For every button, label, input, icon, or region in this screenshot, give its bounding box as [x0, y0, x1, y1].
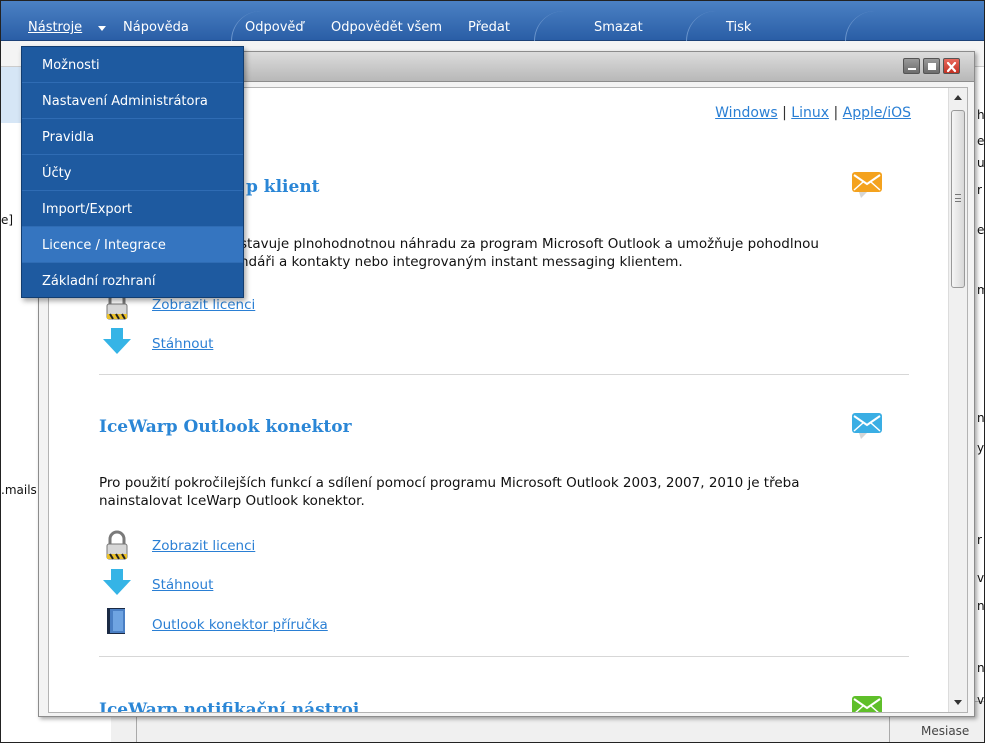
close-icon	[946, 61, 957, 73]
menu-item-licence-integration[interactable]: Licence / Integrace	[22, 227, 243, 263]
menu-item-rules[interactable]: Pravidla	[22, 119, 243, 155]
background-text: na	[977, 599, 985, 613]
menu-item-accounts[interactable]: Účty	[22, 155, 243, 191]
background-text: r	[977, 533, 982, 547]
platform-links: Windows | Linux | Apple/iOS	[715, 105, 911, 121]
reply-button[interactable]: Odpověď	[245, 20, 304, 35]
background-text: mo	[977, 283, 984, 297]
menu-item-basic-interface[interactable]: Základní rozhraní	[22, 263, 243, 299]
background-text: er	[977, 223, 985, 237]
background-text: .mails	[1, 483, 37, 497]
link-separator: |	[833, 105, 839, 121]
top-toolbar: Nástroje Nápověda Odpověď Odpovědět všem…	[1, 1, 984, 41]
show-licence-link[interactable]: Zobrazit licenci	[152, 297, 255, 313]
background-text: er	[977, 134, 985, 148]
outlook-connector-title: IceWarp Outlook konektor	[99, 417, 352, 437]
show-licence-link[interactable]: Zobrazit licenci	[152, 538, 255, 554]
background-text: v	[977, 693, 985, 707]
reply-all-button[interactable]: Odpovědět všem	[331, 20, 442, 35]
minimize-button[interactable]	[903, 58, 920, 74]
linux-link[interactable]: Linux	[791, 105, 829, 121]
vertical-scrollbar[interactable]	[948, 88, 967, 712]
tools-dropdown-menu: Možnosti Nastavení Administrátora Pravid…	[21, 46, 244, 298]
background-text: hý	[977, 108, 985, 122]
desktop-client-description: ndáři a kontakty nebo integrovaným insta…	[240, 254, 683, 270]
background-text: us	[977, 156, 985, 170]
delete-button[interactable]: Smazat	[594, 20, 643, 35]
help-menu-button[interactable]: Nápověda	[123, 20, 189, 35]
toolbar-separator	[534, 11, 568, 41]
download-link[interactable]: Stáhnout	[152, 336, 213, 352]
section-divider	[99, 374, 909, 375]
background-text: nic	[977, 661, 985, 675]
background-text: Mesiase	[921, 724, 970, 738]
download-arrow-icon	[103, 328, 131, 354]
menu-item-import-export[interactable]: Import/Export	[22, 191, 243, 227]
lock-icon	[106, 530, 128, 560]
tools-menu-button[interactable]: Nástroje	[28, 20, 82, 35]
close-button[interactable]	[943, 58, 960, 74]
desktop-client-description: stavuje plnohodnotnou náhradu za program…	[240, 236, 819, 252]
scroll-up-arrow-icon[interactable]	[949, 90, 967, 106]
apple-ios-link[interactable]: Apple/iOS	[843, 105, 911, 121]
outlook-connector-description: Pro použití pokročilejších funkcí a sdíl…	[99, 475, 800, 491]
download-link[interactable]: Stáhnout	[152, 577, 213, 593]
windows-link[interactable]: Windows	[715, 105, 778, 121]
maximize-button[interactable]	[923, 58, 940, 74]
scroll-down-arrow-icon[interactable]	[949, 694, 967, 710]
green-mail-chat-icon	[852, 696, 882, 712]
menu-item-options[interactable]: Možnosti	[22, 47, 243, 83]
background-text: ne	[977, 411, 985, 425]
print-button[interactable]: Tisk	[726, 20, 751, 35]
forward-button[interactable]: Předat	[468, 20, 510, 35]
screen: e] .mails Mesiase Nástroje Nápověda Odpo…	[0, 0, 985, 743]
background-text: r	[977, 183, 982, 197]
toolbar-separator	[845, 11, 879, 41]
link-separator: |	[782, 105, 787, 121]
orange-mail-chat-icon	[852, 172, 882, 198]
outlook-connector-description: nainstalovat IceWarp Outlook konektor.	[99, 493, 365, 509]
desktop-client-title: p klient	[246, 177, 320, 197]
background-text: va	[977, 571, 985, 585]
section-divider	[99, 656, 909, 657]
download-arrow-icon	[103, 569, 131, 595]
book-icon	[107, 608, 125, 634]
chevron-down-icon[interactable]	[98, 26, 106, 31]
background-text: e]	[1, 213, 14, 227]
outlook-connector-manual-link[interactable]: Outlook konektor příručka	[152, 617, 328, 633]
scrollbar-thumb[interactable]	[951, 110, 965, 288]
menu-item-admin-settings[interactable]: Nastavení Administrátora	[22, 83, 243, 119]
blue-mail-chat-icon	[852, 413, 882, 439]
notification-tool-title: IceWarp notifikační nástroj	[99, 700, 360, 713]
background-text: y	[977, 441, 985, 455]
toolbar-separator	[686, 11, 720, 41]
